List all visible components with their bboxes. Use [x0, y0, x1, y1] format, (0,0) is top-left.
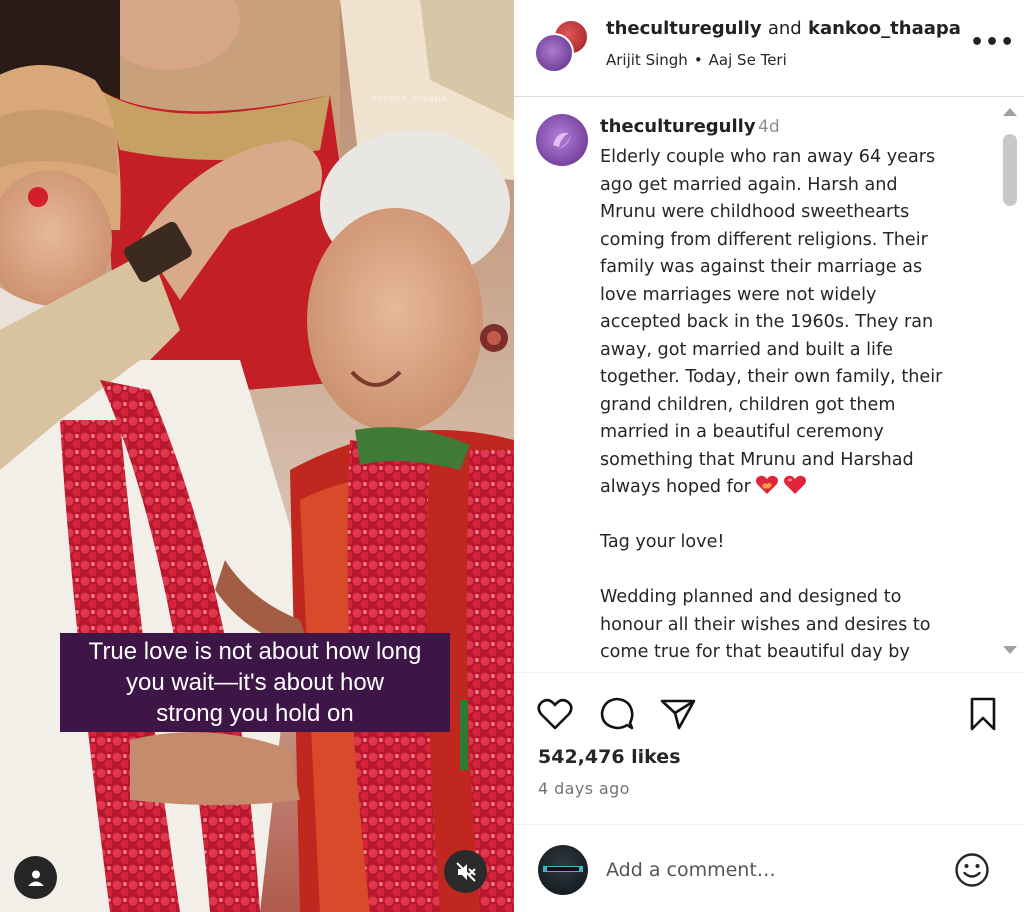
caption-line: come true for that beautiful day by [600, 642, 910, 662]
heart-emojis [755, 474, 807, 495]
avatar-logo-icon [543, 862, 583, 879]
heart-fire-emoji-icon [755, 475, 778, 494]
media-photo [0, 0, 514, 912]
more-options-button[interactable]: ••• [970, 32, 1014, 56]
avatar[interactable] [534, 33, 574, 73]
caption-line: Tag your love! [600, 532, 725, 552]
collab-usernames: theculturegully and kankoo_thaapa [606, 18, 961, 39]
paper-plane-icon [660, 699, 696, 730]
comment-bubble-icon [600, 697, 634, 730]
comments-scrollbar[interactable] [1000, 106, 1020, 662]
comments-scroll-area[interactable]: theculturegully 4d Elderly couple who ra… [514, 98, 1024, 672]
caption-line: you wait—it's about how [125, 669, 385, 696]
scroll-down-arrow-icon[interactable] [1002, 644, 1018, 656]
caption-line: strong you hold on [156, 700, 354, 727]
smiley-icon [955, 853, 989, 887]
caption-line: always hoped for [600, 477, 751, 497]
red-heart-emoji-icon [783, 475, 806, 494]
audio-info[interactable]: Arijit Singh • Aaj Se Teri [606, 51, 787, 69]
caption-username[interactable]: theculturegully [600, 116, 756, 137]
username-connector: and [767, 18, 802, 39]
muted-speaker-icon [455, 861, 476, 882]
user-icon [27, 870, 44, 886]
video-caption-overlay: True love is not about how long you wait… [60, 633, 450, 732]
caption-line: Elderly couple who ran away 64 years [600, 147, 936, 167]
caption-text: Elderly couple who ran away 64 years ago… [600, 144, 995, 667]
caption-line: Mrunu were childhood sweethearts [600, 202, 910, 222]
audio-artist[interactable]: Arijit Singh [606, 51, 688, 69]
add-comment-bar [514, 824, 1024, 912]
post-date: 4 days ago [538, 779, 630, 798]
caption-line: away, got married and built a life [600, 339, 893, 360]
post-header: theculturegully and kankoo_thaapa Arijit… [514, 0, 1024, 97]
avatar [538, 845, 588, 895]
share-button[interactable] [658, 694, 698, 734]
comment-input[interactable] [606, 855, 936, 885]
post-media[interactable]: kankoo_thaapa True love is not about how… [0, 0, 514, 912]
caption-line: love marriages were not widely [600, 284, 877, 305]
caption-line: accepted back in the 1960s. They ran [600, 312, 934, 332]
media-watermark: kankoo_thaapa [372, 94, 447, 104]
collab-avatars[interactable] [534, 19, 590, 75]
caption-line: something that Mrunu and Harshad [600, 449, 914, 470]
bookmark-icon [970, 697, 996, 731]
tagged-users-button[interactable] [14, 856, 57, 899]
comment-button[interactable] [597, 694, 637, 734]
caption-line: together. Today, their own family, their [600, 367, 943, 387]
logo-icon [553, 132, 571, 149]
save-button[interactable] [963, 694, 1003, 734]
heart-icon [537, 698, 573, 730]
caption-line: True love is not about how long [88, 638, 422, 665]
action-bar: 542,476 likes 4 days ago [514, 672, 1024, 812]
likes-count[interactable]: 542,476 likes [538, 746, 681, 768]
caption-line: coming from different religions. Their [600, 229, 928, 250]
mute-toggle-button[interactable] [444, 850, 487, 893]
audio-track[interactable]: Aaj Se Teri [709, 51, 787, 69]
audio-separator: • [693, 51, 703, 69]
post-side-panel: theculturegully and kankoo_thaapa Arijit… [514, 0, 1024, 912]
caption-line: honour all their wishes and desires to [600, 614, 931, 635]
username-link[interactable]: kankoo_thaapa [808, 18, 961, 39]
caption-line: family was against their marriage as [600, 257, 923, 277]
scroll-up-arrow-icon[interactable] [1002, 106, 1018, 118]
username-link[interactable]: theculturegully [606, 18, 762, 39]
caption-timestamp[interactable]: 4d [758, 117, 780, 137]
avatar[interactable] [536, 114, 588, 166]
caption-line: grand children, children got them [600, 394, 896, 415]
caption-line: ago get married again. Harsh and [600, 174, 898, 195]
emoji-picker-button[interactable] [952, 850, 992, 890]
caption-line-with-emoji: always hoped for [600, 474, 995, 502]
scrollbar-thumb[interactable] [1003, 134, 1017, 206]
caption-line: married in a beautiful ceremony [600, 422, 884, 442]
like-button[interactable] [535, 694, 575, 734]
caption-line: Wedding planned and designed to [600, 587, 902, 607]
